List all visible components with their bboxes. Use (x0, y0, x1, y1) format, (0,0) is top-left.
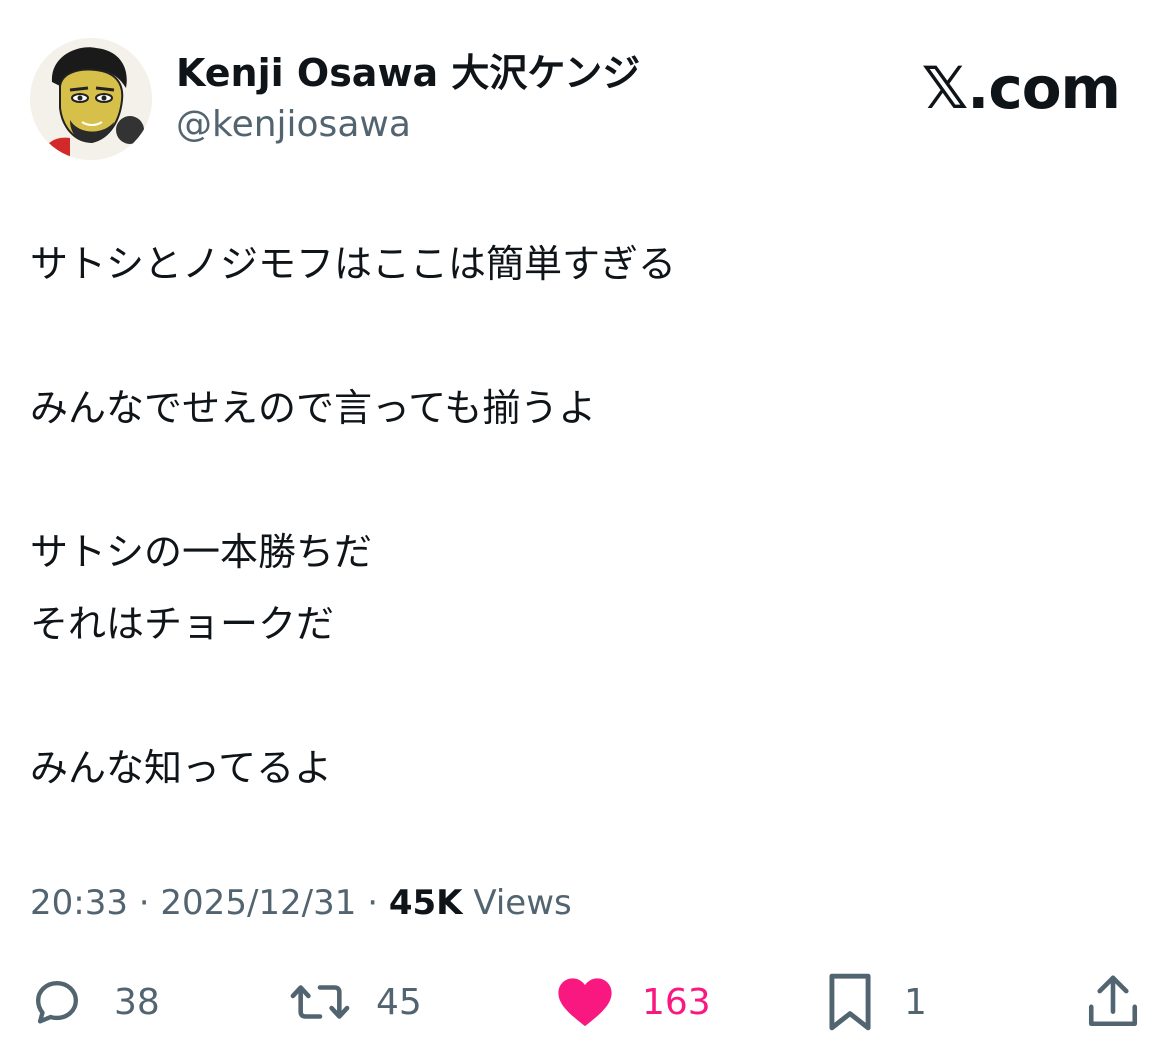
share-icon (1086, 973, 1140, 1031)
repost-icon (288, 973, 352, 1031)
meta-separator: · (367, 883, 379, 923)
tweet-line: サトシとノジモフはここは簡単すぎる (30, 242, 677, 286)
brand-logo: 𝕏.com (921, 54, 1121, 122)
reply-button[interactable]: 38 (28, 965, 160, 1039)
tweet-line: みんな知ってるよ (30, 746, 333, 790)
heart-icon (556, 975, 614, 1029)
views-label: Views (473, 883, 572, 923)
tweet-date[interactable]: 2025/12/31 (160, 883, 356, 923)
tweet-header: Kenji Osawa 大沢ケンジ @kenjiosawa 𝕏.com (0, 0, 1170, 180)
avatar[interactable] (30, 38, 152, 160)
avatar-illustration (30, 38, 152, 160)
tweet-line: みんなでせえので言っても揃うよ (30, 386, 597, 430)
bookmark-count: 1 (904, 981, 927, 1023)
like-button[interactable]: 163 (556, 965, 711, 1039)
action-bar: 38 45 163 1 (0, 965, 1170, 1039)
bookmark-icon (826, 971, 874, 1033)
repost-button[interactable]: 45 (288, 965, 422, 1039)
tweet-time[interactable]: 20:33 (30, 883, 128, 923)
tweet-line: サトシの一本勝ちだ (30, 530, 373, 574)
views-count: 45K (388, 883, 463, 923)
repost-count: 45 (376, 981, 422, 1023)
tweet-meta: 20:33 · 2025/12/31 · 45K Views (30, 878, 572, 928)
author-handle[interactable]: @kenjiosawa (176, 100, 640, 150)
reply-icon (28, 973, 86, 1031)
tweet-line: それはチョークだ (30, 602, 335, 646)
share-button[interactable] (1086, 965, 1140, 1039)
bookmark-button[interactable]: 1 (826, 965, 927, 1039)
author-display-name[interactable]: Kenji Osawa 大沢ケンジ (176, 48, 640, 98)
like-count: 163 (642, 981, 711, 1023)
tweet-text: サトシとノジモフはここは簡単すぎる みんなでせえので言っても揃うよ サトシの一本… (30, 228, 1130, 804)
author-info[interactable]: Kenji Osawa 大沢ケンジ @kenjiosawa (176, 48, 640, 150)
meta-separator: · (138, 883, 150, 923)
reply-count: 38 (114, 981, 160, 1023)
